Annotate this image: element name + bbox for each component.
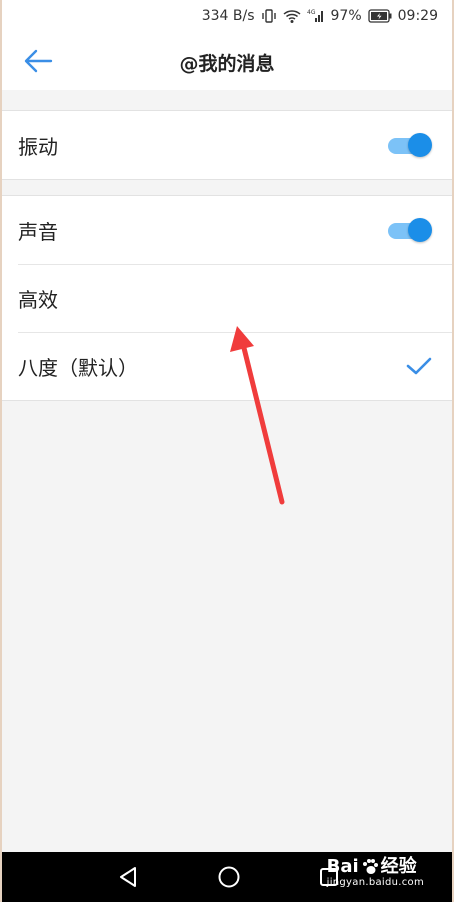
watermark-url: jingyan.baidu.com [326, 877, 424, 888]
page-title: @我的消息 [179, 53, 275, 75]
sound-option-label: 高效 [18, 287, 58, 312]
nav-back-button[interactable] [115, 864, 141, 890]
sound-row[interactable]: 声音 [2, 196, 452, 264]
header-bar: @我的消息 [2, 32, 452, 90]
nav-home-button[interactable] [216, 864, 242, 890]
annotation-arrow-icon [230, 326, 285, 505]
watermark-brand-suffix: 经验 [380, 856, 417, 877]
battery-percent: 97% [330, 8, 362, 24]
network-speed: 334 B/s [201, 8, 255, 24]
screen: 334 B/s 4G 97% 09:29 @我的消息 振动 声音 高效 八度（默… [0, 0, 454, 902]
wifi-icon [283, 8, 301, 24]
toggle-knob [408, 133, 432, 157]
vibrate-row[interactable]: 振动 [2, 111, 452, 179]
signal-icon: 4G [307, 8, 325, 24]
sound-label: 声音 [18, 219, 58, 244]
battery-icon [367, 9, 392, 23]
paw-icon [362, 859, 378, 874]
checkmark-icon [406, 356, 432, 376]
home-circle-icon [218, 866, 240, 888]
vibrate-toggle[interactable] [386, 132, 432, 158]
toggle-knob [408, 218, 432, 242]
baidu-jingyan-watermark: Bai 经验 jingyan.baidu.com [327, 858, 424, 888]
back-triangle-icon [120, 867, 136, 887]
navigation-bar: Bai 经验 jingyan.baidu.com [2, 852, 452, 902]
sound-option-label: 八度（默认） [18, 355, 138, 380]
watermark-brand: Bai [326, 856, 359, 877]
vibrate-label: 振动 [18, 134, 58, 159]
status-time: 09:29 [397, 8, 438, 24]
svg-text:4G: 4G [307, 9, 316, 16]
vibrate-settings-group: 振动 [2, 110, 452, 180]
vibrate-icon [261, 8, 277, 24]
sound-toggle[interactable] [386, 217, 432, 243]
status-bar: 334 B/s 4G 97% 09:29 [2, 0, 452, 32]
